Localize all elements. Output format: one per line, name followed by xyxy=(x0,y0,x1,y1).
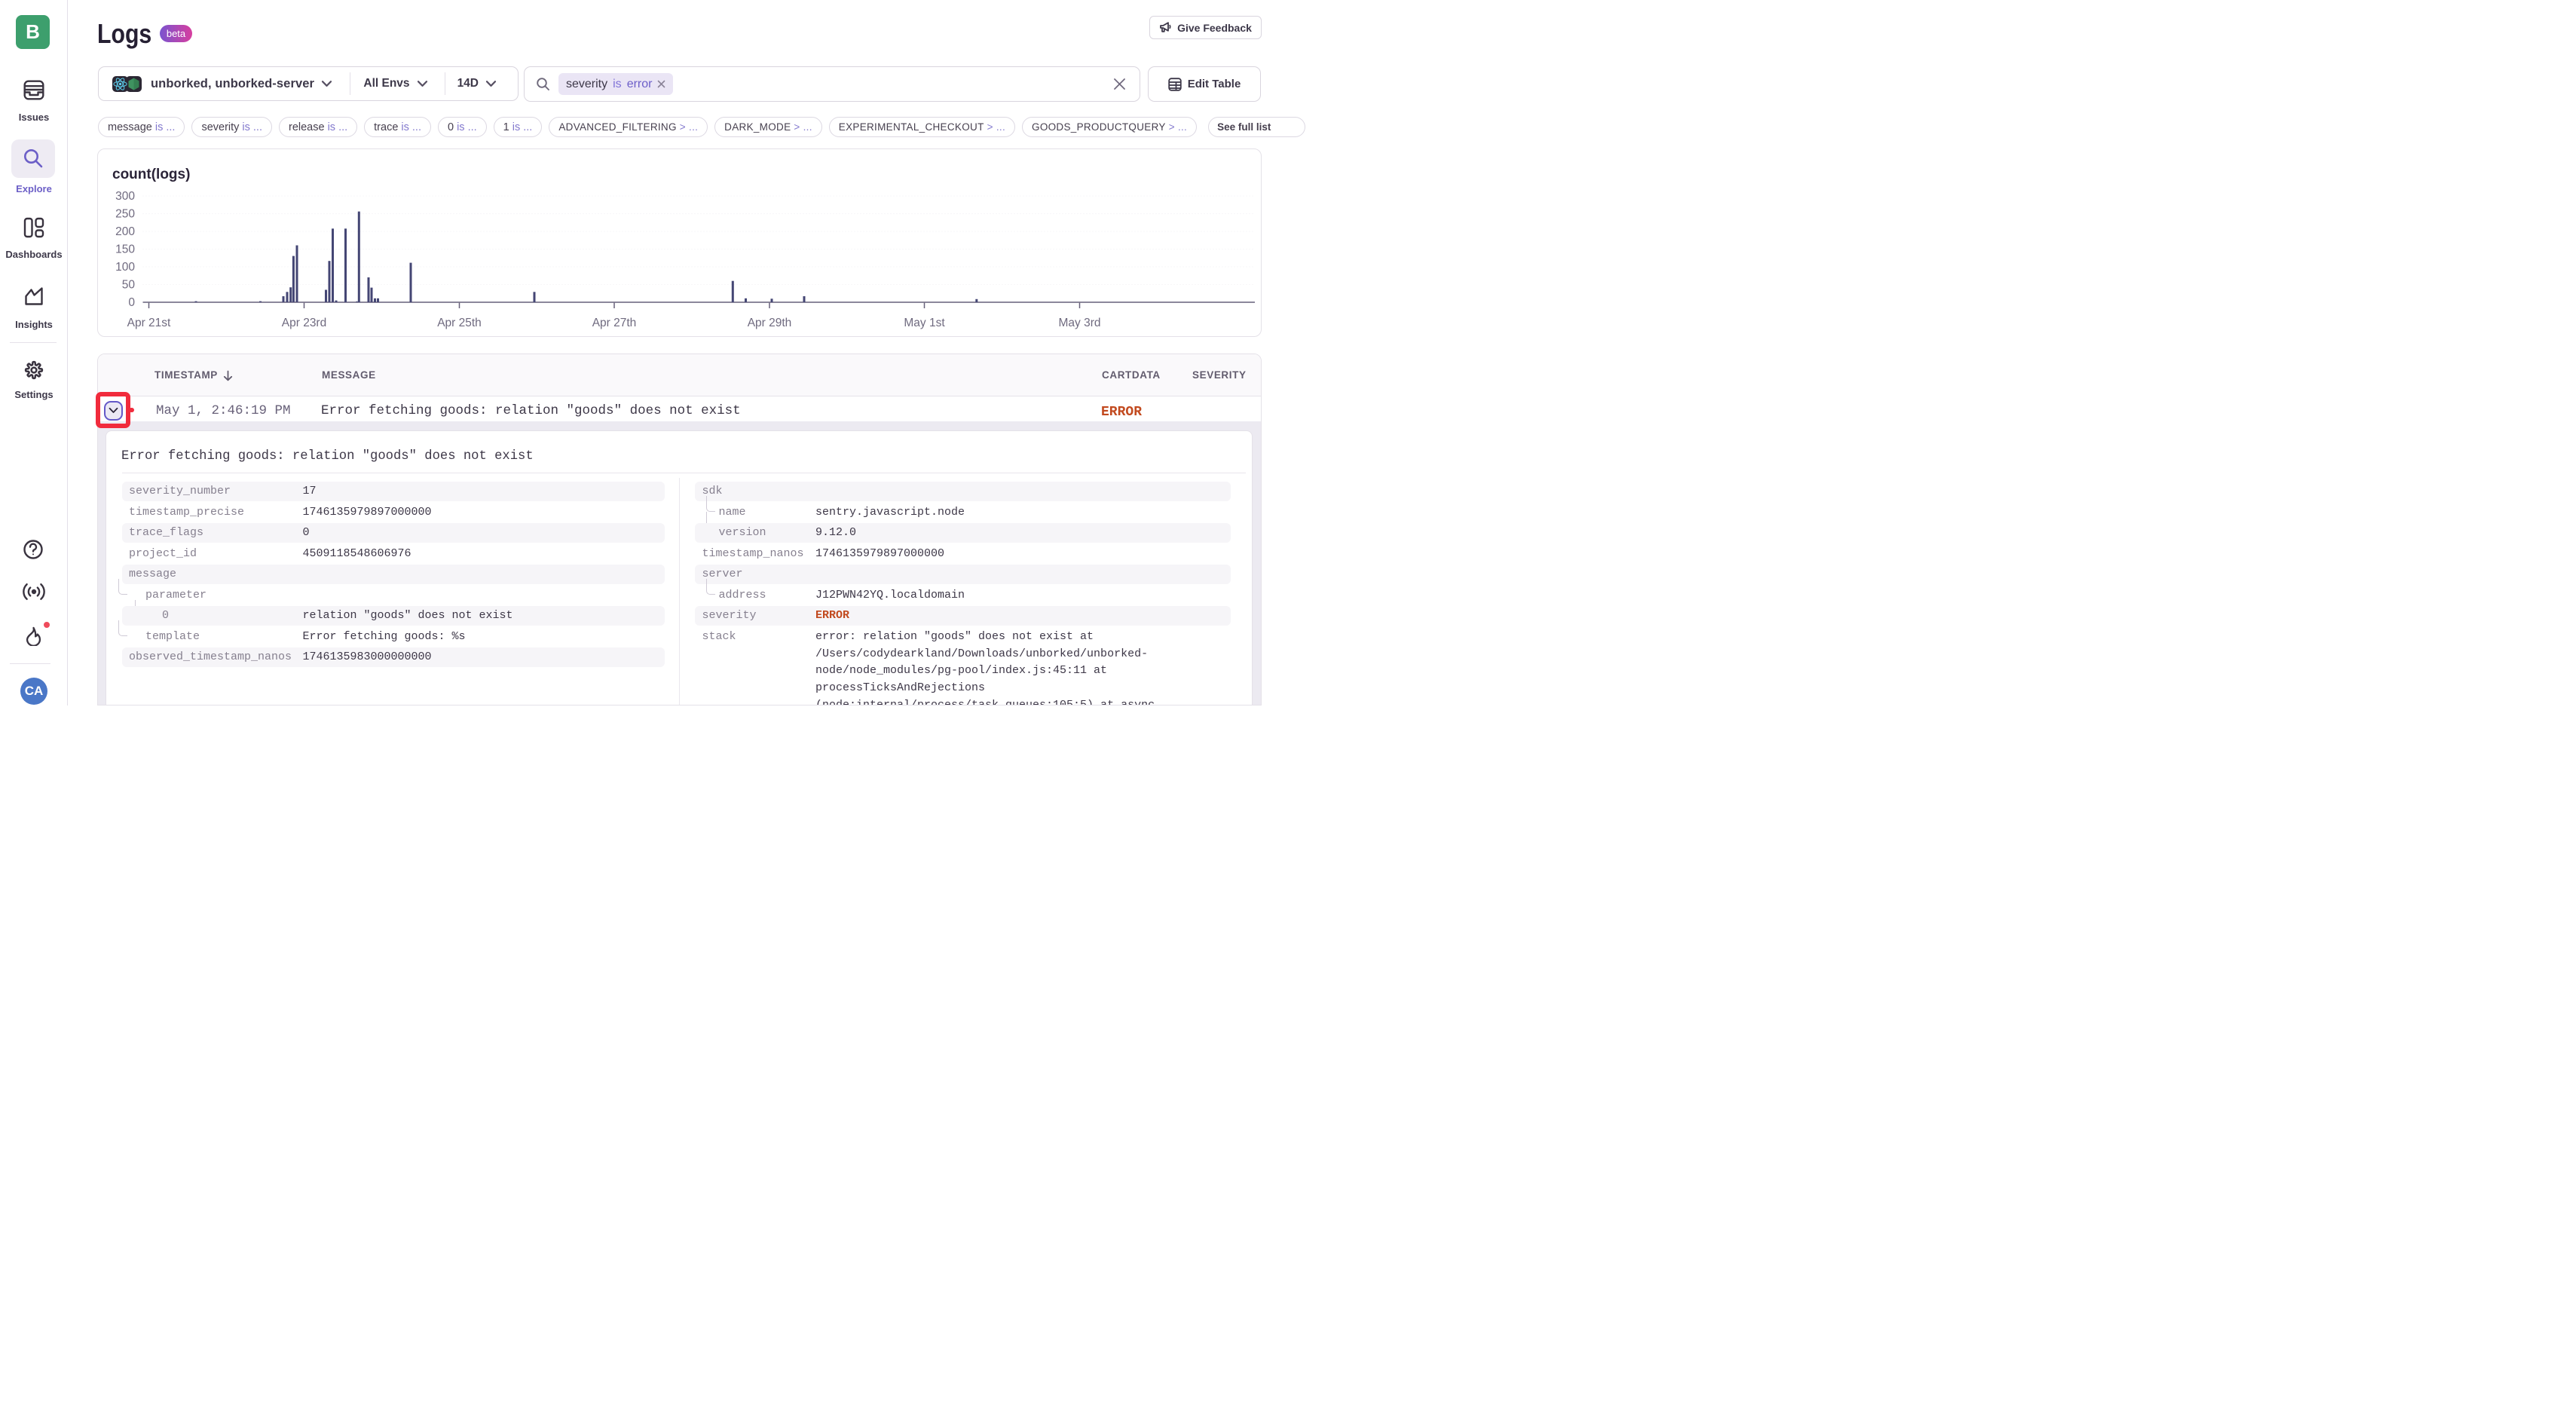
svg-text:0: 0 xyxy=(128,296,135,309)
svg-text:Apr 27th: Apr 27th xyxy=(592,317,637,329)
svg-text:300: 300 xyxy=(115,190,135,203)
svg-text:May 3rd: May 3rd xyxy=(1059,317,1101,329)
svg-text:Apr 29th: Apr 29th xyxy=(748,317,792,329)
svg-text:Apr 23rd: Apr 23rd xyxy=(282,317,326,329)
svg-text:250: 250 xyxy=(115,208,135,221)
svg-text:Apr 25th: Apr 25th xyxy=(437,317,482,329)
svg-text:150: 150 xyxy=(115,243,135,256)
svg-text:100: 100 xyxy=(115,261,135,274)
svg-text:50: 50 xyxy=(122,279,136,292)
svg-text:Apr 21st: Apr 21st xyxy=(127,317,171,329)
svg-text:May 1st: May 1st xyxy=(904,317,945,329)
svg-text:200: 200 xyxy=(115,225,135,238)
